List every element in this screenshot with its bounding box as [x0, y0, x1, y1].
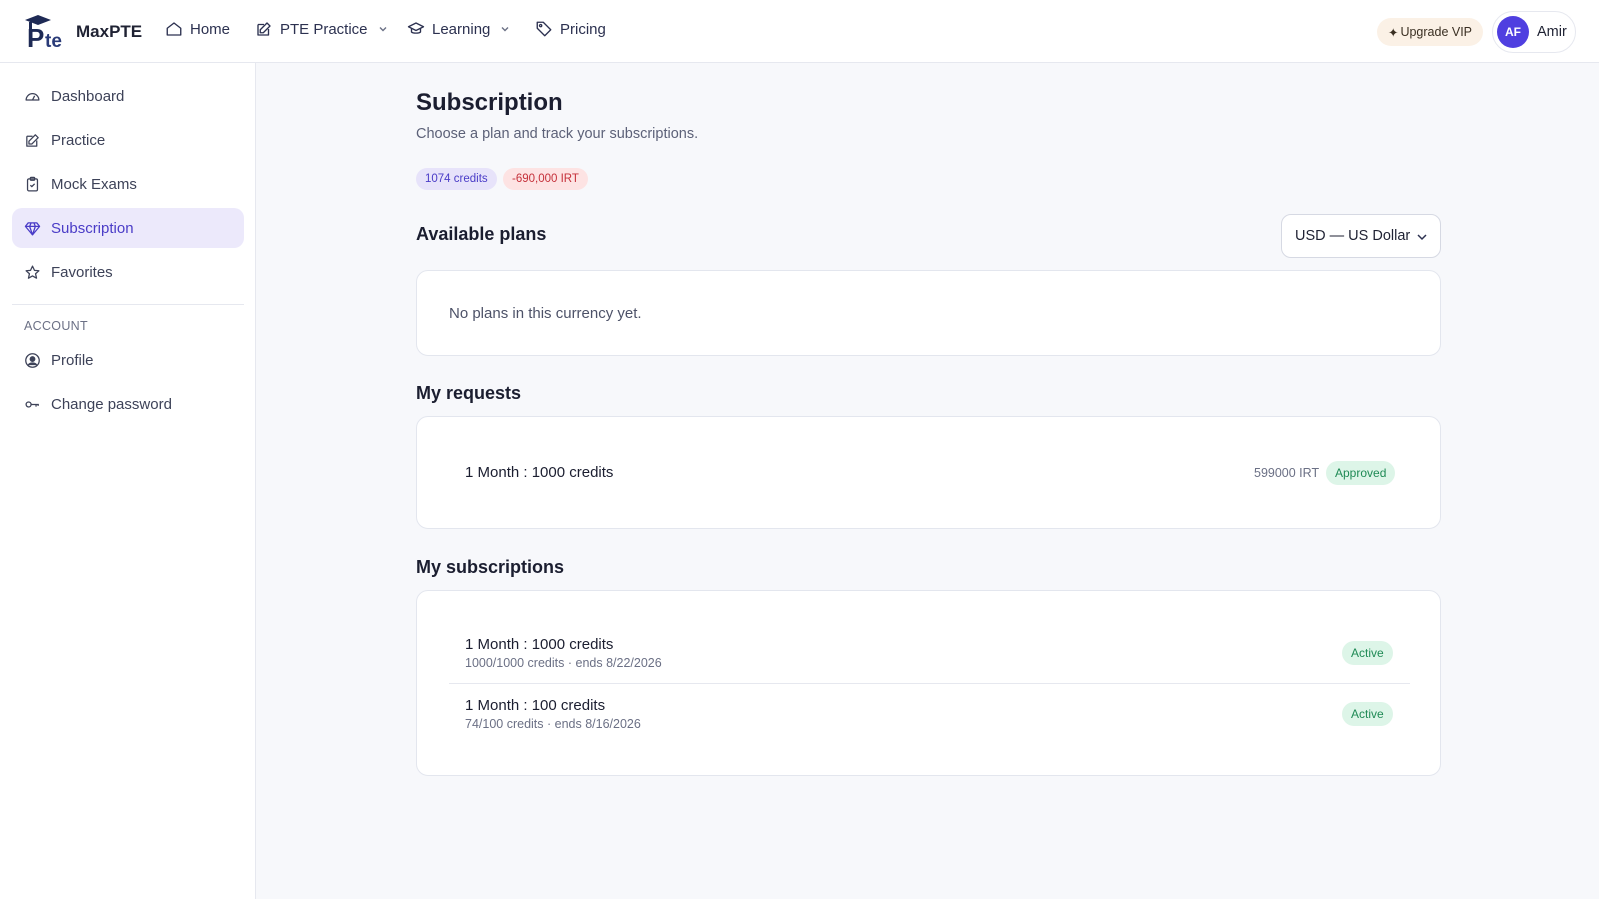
nav-pte-practice-label: PTE Practice: [280, 20, 368, 38]
subscription-title: 1 Month : 100 credits: [465, 697, 606, 714]
my-requests-card: 1 Month : 1000 credits 599000 IRT Approv…: [416, 416, 1441, 529]
sidebar-item-change-password[interactable]: Change password: [12, 384, 244, 424]
edit-icon: [24, 132, 41, 149]
request-title: 1 Month : 1000 credits: [465, 464, 614, 481]
chevron-down-icon: [500, 24, 510, 34]
my-subscriptions-card: 1 Month : 1000 credits 1000/1000 credits…: [416, 590, 1441, 776]
row-divider: [449, 683, 1410, 684]
nav-pte-practice[interactable]: PTE Practice: [255, 20, 388, 38]
my-requests-heading: My requests: [416, 383, 522, 403]
user-circle-icon: [24, 352, 41, 369]
upgrade-vip-button[interactable]: ✦ Upgrade VIP: [1377, 18, 1483, 46]
subscription-meta: 1000/1000 credits · ends 8/22/2026: [465, 656, 662, 670]
user-menu[interactable]: AF Amir: [1492, 11, 1576, 53]
page-subtitle: Choose a plan and track your subscriptio…: [416, 126, 699, 142]
gauge-icon: [24, 88, 41, 105]
sidebar: Dashboard Practice Mock Exams Subscripti…: [0, 63, 256, 899]
tag-icon: [535, 20, 553, 38]
balance-badge: -690,000 IRT: [503, 168, 588, 190]
subscription-title: 1 Month : 1000 credits: [465, 636, 614, 653]
sidebar-item-mock-exams[interactable]: Mock Exams: [12, 164, 244, 204]
status-badge: Approved: [1326, 461, 1396, 485]
sparkle-icon: ✦: [1387, 25, 1399, 40]
upgrade-vip-label: Upgrade VIP: [1400, 25, 1473, 39]
chevron-down-icon: [378, 24, 388, 34]
sidebar-item-label: Favorites: [51, 263, 113, 281]
status-badge: Active: [1342, 702, 1393, 726]
graduation-cap-icon: [407, 20, 425, 38]
svg-text:P: P: [27, 23, 44, 50]
sidebar-divider: [12, 304, 244, 305]
home-icon: [165, 20, 183, 38]
sidebar-heading-account: ACCOUNT: [24, 319, 88, 333]
user-name: Amir: [1537, 24, 1567, 40]
nav-learning[interactable]: Learning: [407, 20, 510, 38]
chevron-down-icon: [1416, 231, 1428, 243]
available-plans-card: No plans in this currency yet.: [416, 270, 1441, 356]
sidebar-item-profile[interactable]: Profile: [12, 340, 244, 380]
sidebar-item-label: Mock Exams: [51, 175, 137, 193]
available-plans-heading: Available plans: [416, 224, 547, 244]
currency-select[interactable]: USD — US Dollar: [1281, 214, 1441, 258]
sidebar-item-label: Subscription: [51, 219, 134, 237]
nav-home[interactable]: Home: [165, 20, 230, 38]
brand-name[interactable]: MaxPTE: [76, 22, 142, 42]
my-subscriptions-heading: My subscriptions: [416, 557, 565, 577]
nav-learning-label: Learning: [432, 20, 491, 38]
sidebar-item-subscription[interactable]: Subscription: [12, 208, 244, 248]
top-navbar: P te MaxPTE Home PTE Practice Learning P…: [0, 0, 1599, 63]
subscription-meta: 74/100 credits · ends 8/16/2026: [465, 717, 641, 731]
avatar: AF: [1497, 16, 1529, 48]
empty-plans-message: No plans in this currency yet.: [449, 305, 642, 322]
sidebar-item-label: Dashboard: [51, 87, 125, 105]
sidebar-item-label: Change password: [51, 395, 172, 413]
currency-select-value: USD — US Dollar: [1295, 228, 1411, 244]
diamond-icon: [24, 220, 41, 237]
sidebar-item-favorites[interactable]: Favorites: [12, 252, 244, 292]
clipboard-icon: [24, 176, 41, 193]
credits-badge: 1074 credits: [416, 168, 497, 190]
sidebar-item-practice[interactable]: Practice: [12, 120, 244, 160]
request-price: 599000 IRT: [1254, 466, 1320, 480]
status-badge: Active: [1342, 641, 1393, 665]
svg-text:te: te: [45, 31, 62, 50]
star-icon: [24, 264, 41, 281]
key-icon: [24, 396, 41, 413]
nav-home-label: Home: [190, 20, 231, 38]
edit-icon: [255, 20, 273, 38]
page-title: Subscription: [416, 89, 563, 116]
sidebar-item-dashboard[interactable]: Dashboard: [12, 76, 244, 116]
sidebar-item-label: Practice: [51, 131, 106, 149]
sidebar-item-label: Profile: [51, 351, 94, 369]
nav-pricing-label: Pricing: [560, 20, 606, 38]
logo-icon[interactable]: P te: [23, 14, 69, 50]
nav-pricing[interactable]: Pricing: [535, 20, 606, 38]
